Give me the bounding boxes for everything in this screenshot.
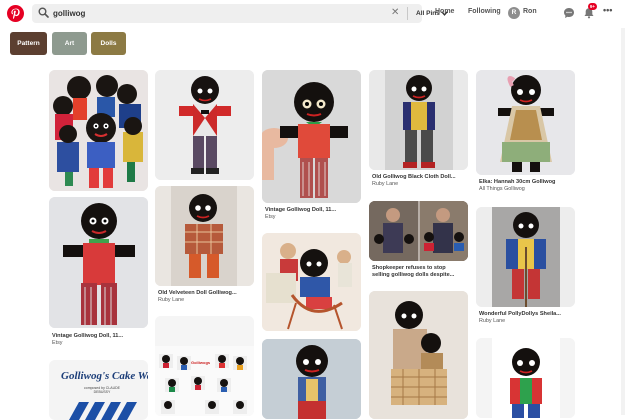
chip-pattern[interactable]: Pattern: [10, 32, 47, 55]
pin-image[interactable]: [262, 339, 361, 419]
pin-card[interactable]: [369, 291, 468, 419]
pin-image[interactable]: [49, 197, 148, 328]
page-scrollbar[interactable]: [621, 28, 625, 415]
clear-search-icon[interactable]: ✕: [391, 7, 399, 19]
pin-image[interactable]: [476, 338, 575, 418]
pin-title[interactable]: Elka: Hannah 30cm Golliwog: [479, 179, 555, 185]
pin-card[interactable]: [49, 70, 148, 191]
pin-source[interactable]: Ruby Lane: [372, 181, 398, 187]
search-icon: [38, 7, 49, 18]
pin-card[interactable]: Vintage Golliwog Doll, 11... Etsy: [49, 197, 148, 349]
top-header: ✕ All Pins Home Following R Ron 9+ •••: [0, 0, 625, 28]
pin-image[interactable]: [262, 70, 361, 203]
avatar[interactable]: R: [508, 7, 520, 19]
pin-card[interactable]: Shopkeeper refuses to stop selling golli…: [369, 201, 468, 283]
pin-title[interactable]: Old Golliwog Black Cloth Doll...: [372, 174, 456, 180]
inner-label: Golliwogs: [191, 360, 211, 365]
pin-card[interactable]: Vintage Golliwog Doll, 11... Etsy: [262, 70, 361, 225]
pin-title[interactable]: Vintage Golliwog Doll, 11...: [265, 207, 336, 213]
pin-title[interactable]: Old Velveteen Doll Golliwog...: [158, 290, 237, 296]
pin-image[interactable]: [49, 70, 148, 191]
pin-image[interactable]: [155, 186, 254, 286]
pin-source[interactable]: Ruby Lane: [479, 318, 505, 324]
search-bar[interactable]: ✕ All Pins: [32, 4, 448, 23]
pin-image[interactable]: Golliwog's Cake Walk composed by CLAUDE …: [49, 360, 148, 420]
pin-source[interactable]: Etsy: [52, 340, 62, 346]
chip-art[interactable]: Art: [52, 32, 87, 55]
pin-image[interactable]: [369, 201, 468, 261]
nav-home[interactable]: Home: [435, 8, 454, 15]
pin-title[interactable]: Wonderful PollyDollys Sheila...: [479, 311, 561, 317]
messages-icon[interactable]: [563, 7, 575, 19]
pin-image[interactable]: [476, 207, 575, 307]
pin-card[interactable]: Wonderful PollyDollys Sheila... Ruby Lan…: [476, 207, 575, 329]
notification-badge: 9+: [588, 3, 597, 10]
pinterest-logo-icon[interactable]: [7, 5, 24, 22]
pin-source[interactable]: Etsy: [265, 214, 275, 220]
pin-title[interactable]: Vintage Golliwog Doll, 11...: [52, 333, 123, 339]
pin-source[interactable]: All Things Golliwog: [479, 186, 525, 192]
pin-title[interactable]: Shopkeeper refuses to stop: [372, 265, 446, 271]
cover-title: Golliwog's Cake Walk: [61, 370, 148, 382]
pin-card[interactable]: Golliwog's Cake Walk composed by CLAUDE …: [49, 360, 148, 420]
nav-following[interactable]: Following: [468, 8, 501, 15]
search-input[interactable]: [53, 5, 353, 22]
more-options-icon[interactable]: •••: [603, 5, 612, 15]
pin-source[interactable]: Ruby Lane: [158, 297, 184, 303]
pin-card[interactable]: [262, 339, 361, 419]
pin-image[interactable]: [262, 233, 361, 331]
pin-card[interactable]: Old Velveteen Doll Golliwog... Ruby Lane: [155, 186, 254, 306]
pin-card[interactable]: Elka: Hannah 30cm Golliwog All Things Go…: [476, 70, 575, 198]
pin-image[interactable]: [476, 70, 575, 175]
pin-card[interactable]: [476, 338, 575, 418]
pin-image[interactable]: [369, 291, 468, 419]
pin-card[interactable]: [155, 70, 254, 180]
pin-title-line2[interactable]: selling golliwog dolls despite...: [372, 272, 454, 278]
pin-image[interactable]: Golliwogs: [155, 316, 254, 416]
pin-image[interactable]: [369, 70, 468, 170]
chip-dolls[interactable]: Dolls: [91, 32, 126, 55]
pin-card[interactable]: [262, 233, 361, 331]
cover-composer: composed by CLAUDE DEBUSSY: [84, 386, 120, 394]
pin-card[interactable]: Golliwogs: [155, 316, 254, 416]
nav-profile-name[interactable]: Ron: [523, 8, 537, 15]
pin-image[interactable]: [155, 70, 254, 180]
pin-card[interactable]: Old Golliwog Black Cloth Doll... Ruby La…: [369, 70, 468, 192]
